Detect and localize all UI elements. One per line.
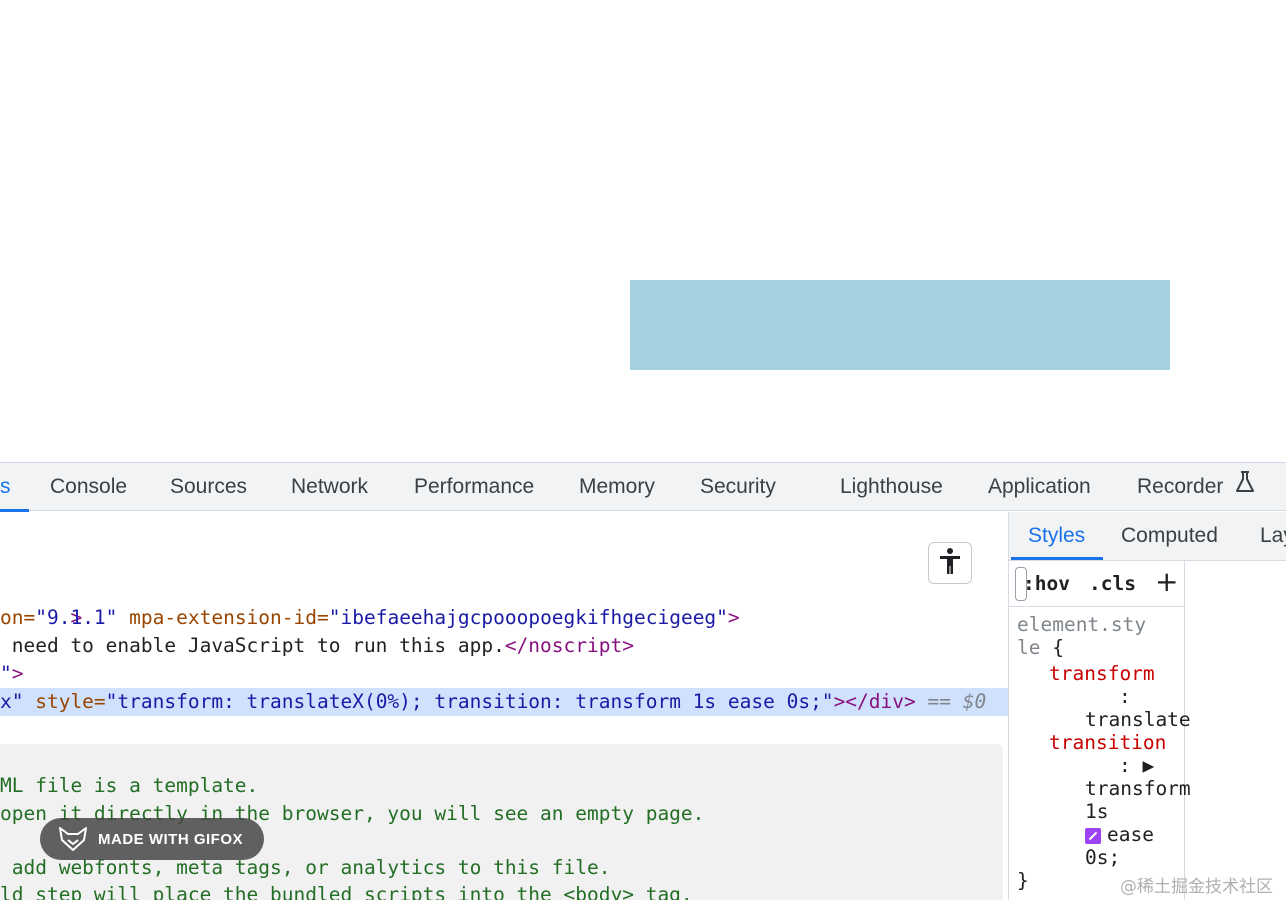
css-colon: : bbox=[1119, 685, 1131, 708]
accessibility-icon bbox=[938, 547, 962, 580]
tree-line[interactable]: > bbox=[0, 576, 82, 629]
attr-value: x" bbox=[0, 690, 24, 713]
rule-selector-line: le { bbox=[1017, 636, 1064, 659]
attr-value: "transform: translateX(0%); transition: … bbox=[105, 690, 834, 713]
attr-name: on= bbox=[0, 606, 36, 629]
tab-sources[interactable]: Sources bbox=[170, 463, 247, 511]
css-value[interactable]: transform bbox=[1085, 777, 1191, 800]
gifox-badge: MADE WITH GIFOX bbox=[40, 818, 264, 860]
attr-name: style= bbox=[23, 690, 106, 713]
css-value[interactable]: translate bbox=[1085, 708, 1191, 731]
gifox-label: MADE WITH GIFOX bbox=[98, 830, 243, 848]
new-style-rule-button[interactable]: + bbox=[1155, 567, 1178, 597]
css-value: ease bbox=[1107, 823, 1154, 846]
rule-selector: element.sty bbox=[1017, 613, 1147, 636]
css-value-ease[interactable]: ease bbox=[1085, 823, 1154, 846]
rule-brace-close: } bbox=[1017, 869, 1029, 892]
rule-selector-tail: le bbox=[1017, 636, 1041, 659]
css-property[interactable]: transition bbox=[1049, 731, 1166, 754]
tab-network[interactable]: Network bbox=[291, 463, 368, 511]
attr-value: " bbox=[0, 662, 12, 685]
tab-recorder-label: Recorder bbox=[1137, 475, 1224, 498]
css-value[interactable]: 0s; bbox=[1085, 846, 1120, 869]
tab-console[interactable]: Console bbox=[50, 463, 127, 511]
expand-triangle-icon[interactable]: ▶ bbox=[1142, 754, 1154, 777]
tab-elements[interactable]: s bbox=[0, 463, 11, 511]
fox-logo-icon bbox=[58, 826, 88, 852]
tab-recorder[interactable]: Recorder bbox=[1137, 463, 1255, 511]
text-node: need to enable JavaScript to run this ap… bbox=[0, 634, 505, 657]
bezier-editor-icon[interactable] bbox=[1085, 827, 1101, 844]
comment-line: ld step will place the bundled scripts i… bbox=[0, 883, 693, 900]
css-colon-expand: : ▶ bbox=[1119, 754, 1155, 777]
tab-memory[interactable]: Memory bbox=[579, 463, 655, 511]
hov-toggle[interactable]: :hov bbox=[1023, 569, 1070, 599]
styles-toolbar: :hov .cls + bbox=[1009, 561, 1184, 607]
tab-layout[interactable]: Lay bbox=[1260, 512, 1286, 560]
tag-close: > bbox=[11, 662, 24, 685]
styles-pane: :hov .cls + element.sty le { transform :… bbox=[1009, 561, 1191, 900]
active-sidebar-tab-indicator bbox=[1011, 557, 1103, 560]
beaker-icon bbox=[1235, 463, 1255, 511]
attr-value: "9.1.1" bbox=[35, 606, 118, 629]
selected-tree-line[interactable]: x" style="transform: translateX(0%); tra… bbox=[0, 688, 986, 716]
tree-line[interactable]: need to enable JavaScript to run this ap… bbox=[0, 632, 634, 660]
tree-line[interactable]: "> bbox=[0, 660, 24, 688]
page-viewport bbox=[0, 0, 1286, 462]
css-property[interactable]: transform bbox=[1049, 662, 1155, 685]
css-value[interactable]: 1s bbox=[1085, 800, 1108, 823]
devtools-tabbar: s Console Sources Network Performance Me… bbox=[0, 462, 1286, 512]
rule-brace-open: { bbox=[1040, 636, 1064, 659]
tab-application[interactable]: Application bbox=[988, 463, 1091, 511]
attr-value: "ibefaeehajgcpooopoegkifhgecigeeg" bbox=[328, 606, 728, 629]
tag-close: ></div> bbox=[833, 690, 916, 713]
cls-toggle[interactable]: .cls bbox=[1089, 569, 1136, 599]
tab-performance[interactable]: Performance bbox=[414, 463, 534, 511]
tag-close: </noscript> bbox=[504, 634, 634, 657]
site-watermark: @稀土掘金技术社区 bbox=[1120, 877, 1273, 897]
tag-close: > bbox=[727, 606, 740, 629]
tab-lighthouse[interactable]: Lighthouse bbox=[840, 463, 943, 511]
accessibility-tree-button[interactable] bbox=[928, 542, 972, 584]
tab-computed[interactable]: Computed bbox=[1121, 512, 1218, 560]
sidebar-tabbar: Styles Computed Lay bbox=[1009, 512, 1286, 561]
comment-line: ML file is a template. bbox=[0, 774, 259, 797]
tab-styles[interactable]: Styles bbox=[1028, 512, 1085, 560]
styles-sidebar: Styles Computed Lay :hov .cls + element.… bbox=[1008, 512, 1286, 900]
tab-security[interactable]: Security bbox=[700, 463, 776, 511]
attr-name: mpa-extension-id= bbox=[117, 606, 329, 629]
selected-node-marker: == $0 bbox=[915, 690, 987, 713]
tree-line[interactable]: on="9.1.1" mpa-extension-id="ibefaeehajg… bbox=[0, 604, 740, 632]
animated-box bbox=[630, 280, 1170, 370]
